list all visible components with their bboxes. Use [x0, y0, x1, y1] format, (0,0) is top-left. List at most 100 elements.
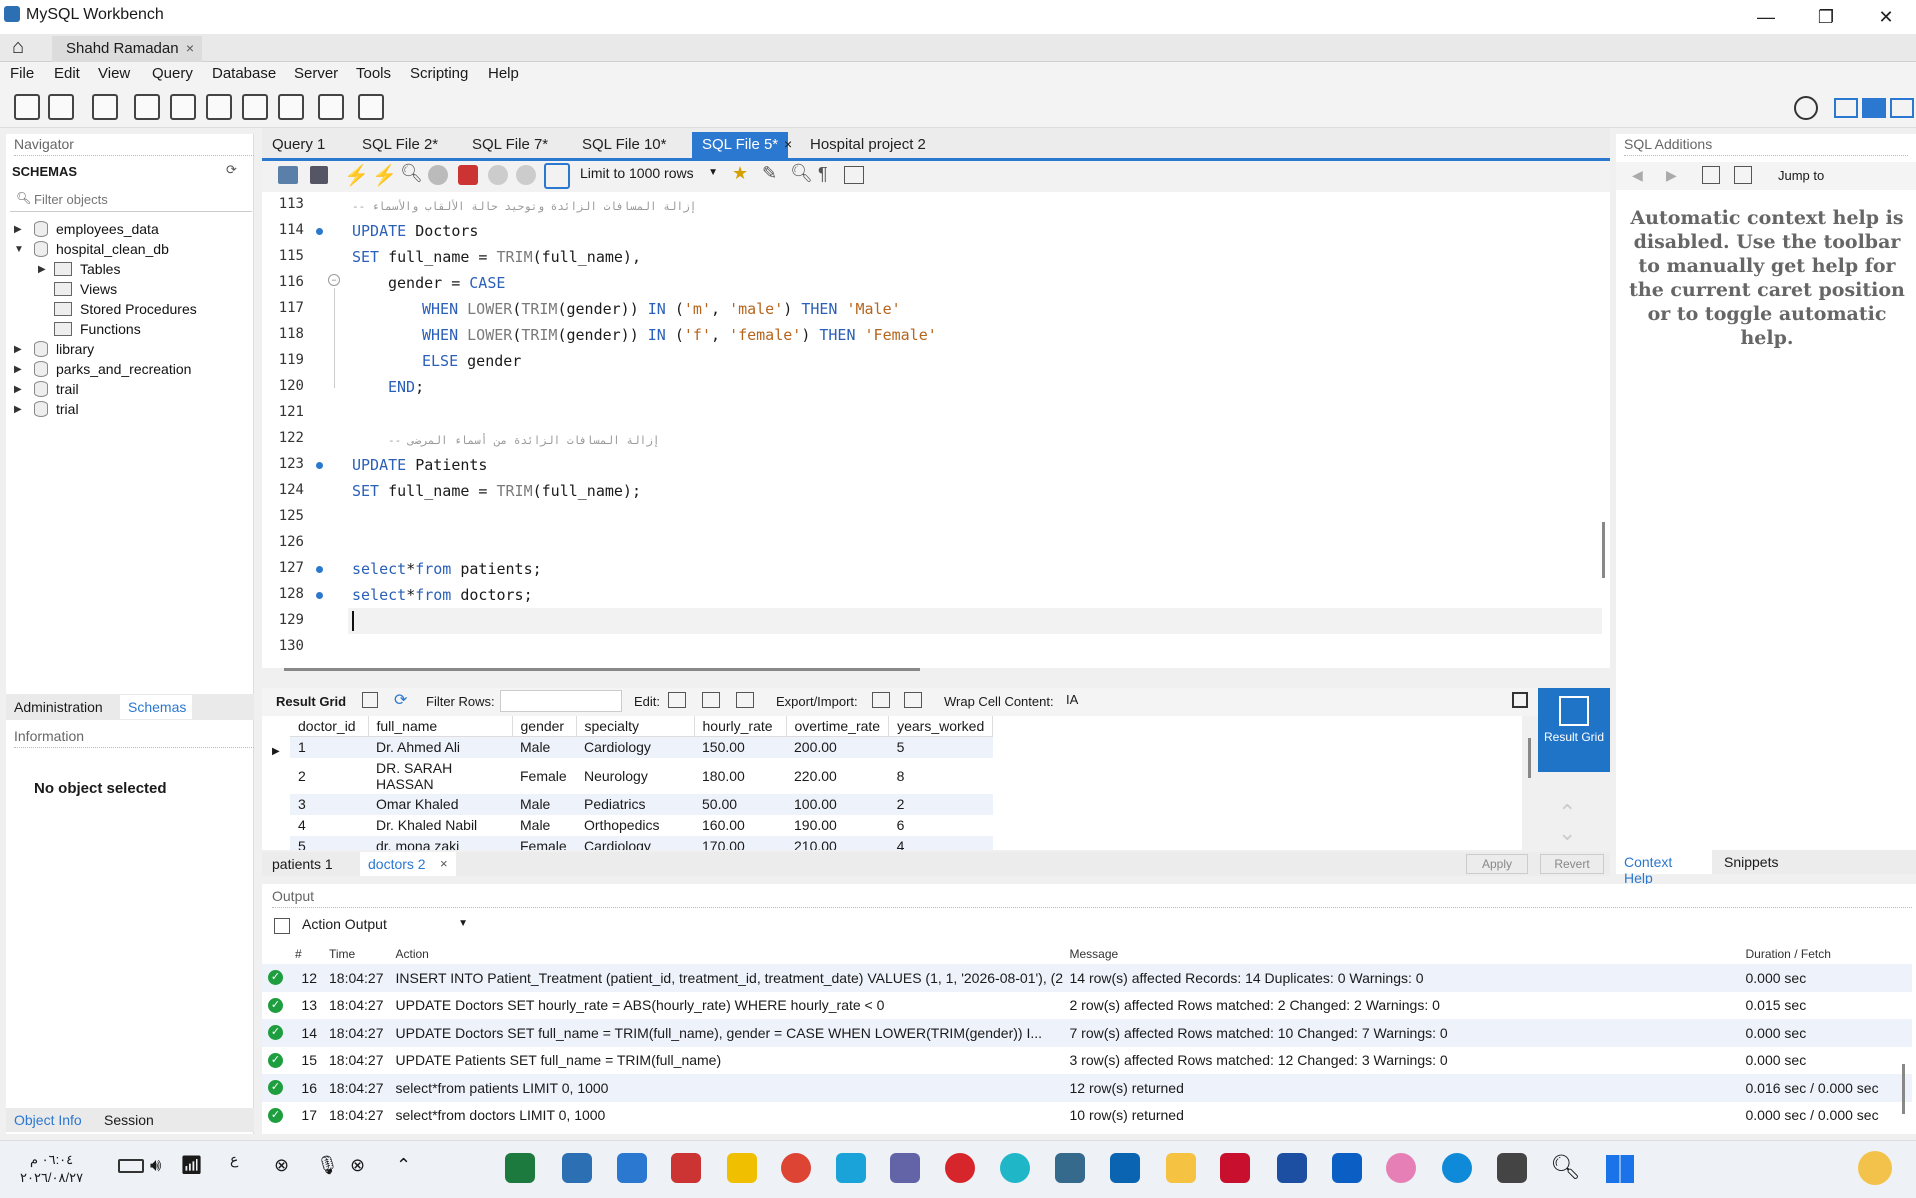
table-cell[interactable]: Cardiology	[576, 835, 694, 850]
tree-stored-procedures[interactable]: Stored Procedures	[80, 301, 197, 317]
home-icon[interactable]: ⌂	[12, 36, 24, 59]
autocommit-icon[interactable]	[544, 163, 570, 189]
tab-sql-file-10[interactable]: SQL File 10*	[582, 132, 667, 158]
expand-arrow[interactable]: ▶	[14, 404, 22, 415]
table-cell[interactable]: 190.00	[786, 815, 889, 836]
table-row[interactable]: 1 Dr. Ahmed Ali Male Cardiology 150.00 200.00…	[290, 736, 993, 758]
copilot-icon[interactable]	[1386, 1153, 1416, 1183]
table-cell[interactable]: 50.00	[694, 793, 786, 815]
rollback-icon[interactable]	[516, 165, 536, 185]
table-cell[interactable]: 100.00	[786, 793, 889, 815]
schema-employees-data[interactable]: employees_data	[56, 221, 159, 237]
widgets-icon[interactable]	[1858, 1151, 1892, 1185]
photos-icon[interactable]	[562, 1153, 592, 1183]
table-cell[interactable]: 200.00	[786, 736, 889, 758]
toggle-output-icon[interactable]	[1862, 98, 1886, 118]
menu-help[interactable]: Help	[488, 65, 519, 82]
edit-cell-icon[interactable]	[668, 692, 686, 708]
expand-arrow[interactable]: ▶	[38, 264, 46, 275]
volume-icon[interactable]: 🔊︎	[150, 1155, 161, 1176]
filter-rows-input[interactable]	[500, 690, 622, 712]
table-cell[interactable]: Cardiology	[576, 736, 694, 758]
menu-query[interactable]: Query	[152, 65, 193, 82]
output-row[interactable]: ✓ 13 18:04:27 UPDATE Doctors SET hourly_…	[262, 992, 1912, 1020]
table-cell[interactable]: 8	[889, 758, 993, 794]
expand-arrow[interactable]: ▶	[14, 364, 22, 375]
close-button[interactable]: ✕	[1866, 4, 1906, 30]
windows-start-icon[interactable]	[1606, 1155, 1634, 1183]
menu-database[interactable]: Database	[212, 65, 276, 82]
chevron-up-icon[interactable]: ⌃	[396, 1155, 411, 1176]
tab-hospital-project-2[interactable]: Hospital project 2	[810, 132, 926, 158]
column-header[interactable]: specialty	[576, 716, 695, 737]
output-mode-select[interactable]: Action Output ▼	[302, 916, 482, 938]
close-icon[interactable]: ×	[186, 40, 194, 56]
microphone-icon[interactable]: 🎙︎	[316, 1155, 339, 1176]
recorder-icon[interactable]	[836, 1153, 866, 1183]
tree-views[interactable]: Views	[80, 281, 117, 297]
table-cell[interactable]: dr. mona zaki	[368, 835, 512, 850]
pinterest-icon[interactable]	[945, 1153, 975, 1183]
schema-hospital-clean-db[interactable]: hospital_clean_db	[56, 241, 169, 257]
column-header[interactable]: overtime_rate	[786, 716, 890, 737]
clock[interactable]: ٠٦:٠٤ م ٢٠٢٦/٠٨/٢٧	[20, 1151, 83, 1187]
find-icon[interactable]: 🔍︎	[790, 163, 813, 184]
tab-sql-file-2[interactable]: SQL File 2*	[362, 132, 438, 158]
network-icon[interactable]: ⊗	[274, 1155, 289, 1176]
table-cell[interactable]: Dr. Ahmed Ali	[368, 736, 512, 758]
schema-trail[interactable]: trail	[56, 381, 79, 397]
teams-icon[interactable]	[890, 1153, 920, 1183]
output-row[interactable]: ✓ 17 18:04:27 select*from doctors LIMIT …	[262, 1102, 1912, 1130]
commit-icon[interactable]	[488, 165, 508, 185]
grid-icon[interactable]	[362, 692, 378, 708]
reconnect-icon[interactable]	[358, 94, 384, 120]
explain-icon[interactable]: 🔍︎	[400, 163, 423, 184]
menu-server[interactable]: Server	[294, 65, 338, 82]
tab-object-info[interactable]: Object Info	[14, 1112, 82, 1128]
filter-objects-input[interactable]	[34, 190, 244, 208]
edge-icon[interactable]	[1442, 1153, 1472, 1183]
table-cell[interactable]: Omar Khaled	[368, 793, 512, 815]
table-row[interactable]: 5 dr. mona zaki Female Cardiology 170.00 210.…	[290, 835, 993, 850]
schema-parks-and-recreation[interactable]: parks_and_recreation	[56, 361, 191, 377]
execute-current-icon[interactable]: ⚡	[372, 163, 397, 188]
output-row[interactable]: ✓ 16 18:04:27 select*from patients LIMIT…	[262, 1074, 1912, 1102]
back-icon[interactable]: ◀	[1632, 167, 1643, 184]
auto-help-icon[interactable]	[1734, 166, 1752, 184]
beautify-icon[interactable]: ✎	[762, 163, 777, 184]
expand-arrow[interactable]: ▶	[14, 224, 22, 235]
table-cell[interactable]: Male	[512, 815, 576, 836]
menu-view[interactable]: View	[98, 65, 130, 82]
column-header[interactable]: full_name	[368, 716, 513, 737]
stop-icon[interactable]	[428, 165, 448, 185]
tab-schemas[interactable]: Schemas	[120, 695, 192, 719]
fold-icon[interactable]: −	[328, 274, 340, 286]
tab-patients-1[interactable]: patients 1	[272, 856, 333, 872]
forward-icon[interactable]: ▶	[1666, 167, 1677, 184]
result-scrollbar[interactable]	[1528, 738, 1531, 778]
table-cell[interactable]: Neurology	[576, 758, 694, 794]
canva-icon[interactable]	[1000, 1153, 1030, 1183]
tab-administration[interactable]: Administration	[14, 699, 103, 715]
apply-button[interactable]: Apply	[1466, 854, 1528, 874]
delete-row-icon[interactable]	[736, 692, 754, 708]
wrap-cell-icon[interactable]: IA	[1066, 692, 1078, 707]
table-cell[interactable]: Orthopedics	[576, 815, 694, 836]
table-cell[interactable]: 220.00	[786, 758, 889, 794]
kustom-icon[interactable]	[1277, 1153, 1307, 1183]
tab-sql-file-7[interactable]: SQL File 7*	[472, 132, 548, 158]
create-table-icon[interactable]	[170, 94, 196, 120]
terminal-icon[interactable]	[1497, 1153, 1527, 1183]
result-grid[interactable]: ▶ doctor_id full_name gender specialty h…	[262, 716, 1522, 850]
table-cell[interactable]: Female	[512, 758, 576, 794]
table-row[interactable]: 3 Omar Khaled Male Pediatrics 50.00 100.00 2	[290, 793, 993, 815]
expand-arrow[interactable]: ▶	[14, 384, 22, 395]
vscode-icon[interactable]	[617, 1153, 647, 1183]
security-icon[interactable]: ⊗	[350, 1155, 365, 1176]
minimize-button[interactable]: —	[1746, 4, 1786, 30]
maximize-button[interactable]: ❐	[1806, 4, 1846, 30]
table-cell[interactable]: 4	[888, 835, 993, 850]
table-row[interactable]: 2 DR. SARAH HASSAN Female Neurology 180.00 22…	[290, 758, 993, 794]
import-icon[interactable]	[904, 692, 922, 708]
add-row-icon[interactable]	[702, 692, 720, 708]
